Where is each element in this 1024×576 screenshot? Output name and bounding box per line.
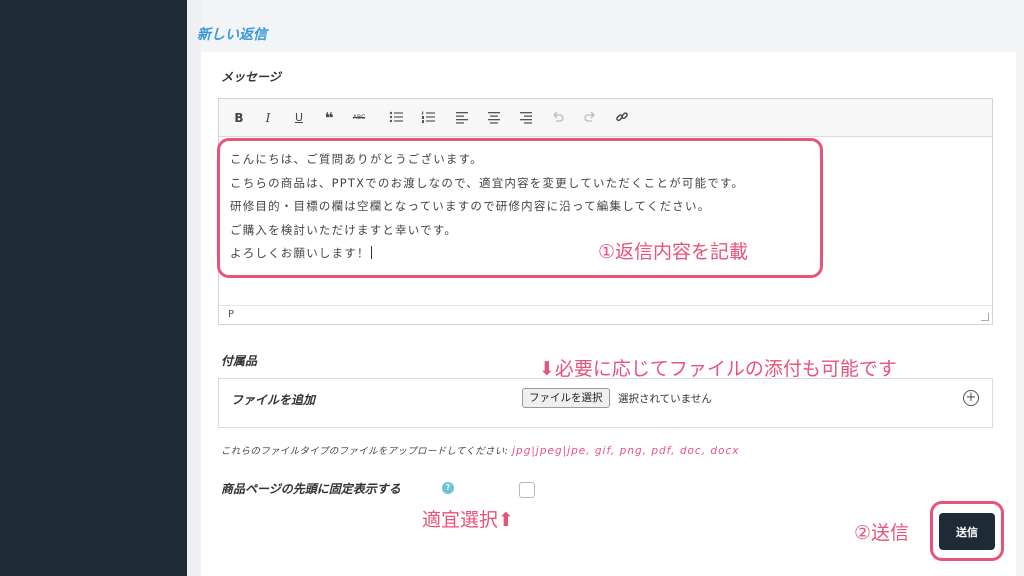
editor-statusbar: P [219,305,992,324]
strikethrough-button[interactable]: ABC [349,108,369,128]
align-right-button[interactable] [516,108,536,128]
message-label: メッセージ [221,70,281,84]
section-title: 新しい返信 [197,27,267,43]
file-annotation: ⬇必要に応じてファイルの添付も可能です [539,358,897,380]
align-right-icon [520,112,532,124]
resize-handle[interactable] [981,313,989,321]
select-annotation: 適宜選択⬆ [422,509,514,531]
italic-button[interactable]: I [258,108,278,128]
underline-button[interactable]: U [289,108,309,128]
file-upload-row: ファイルを追加 ファイルを選択 選択されていません + [218,378,993,428]
sidebar [0,0,187,576]
align-left-icon [456,112,468,124]
allowed-types-list: jpg|jpeg|jpe, gif, png, pdf, doc, docx [512,445,740,457]
blockquote-button[interactable]: ❝ [319,108,339,128]
allowed-types-prefix: これらのファイルタイプのファイルをアップロードしてください: [221,446,509,457]
numbered-list-icon [422,111,435,123]
numbered-list-button[interactable] [418,108,438,128]
send-annotation: ②送信 [854,522,910,544]
bullet-list-icon [389,111,403,123]
info-icon[interactable]: ? [442,482,454,494]
element-path: P [228,309,235,320]
link-button[interactable] [612,108,632,128]
file-status-text: 選択されていません [618,393,712,405]
align-left-button[interactable] [452,108,472,128]
choose-file-button[interactable]: ファイルを選択 [522,388,610,408]
attachments-label: 付属品 [221,354,258,368]
link-icon [616,112,628,122]
add-file-plus-icon[interactable]: + [963,390,979,406]
allowed-file-types: これらのファイルタイプのファイルをアップロードしてください: jpg|jpeg|j… [221,443,739,457]
bold-button[interactable]: B [229,108,249,128]
undo-icon [553,111,564,122]
redo-button[interactable] [580,108,600,128]
send-button[interactable]: 送信 [939,513,995,550]
align-center-button[interactable] [484,108,504,128]
redo-icon [584,111,595,122]
undo-button[interactable] [548,108,568,128]
editor-toolbar: B I U ❝ ABC [219,99,992,137]
bullet-list-button[interactable] [386,108,406,128]
pin-to-top-label: 商品ページの先頭に固定表示する [221,482,401,496]
add-file-label: ファイルを追加 [231,393,316,407]
align-center-icon [488,112,500,124]
reply-annotation: ①返信内容を記載 [598,241,749,263]
pin-to-top-checkbox[interactable] [519,482,535,498]
gutter [187,0,201,576]
